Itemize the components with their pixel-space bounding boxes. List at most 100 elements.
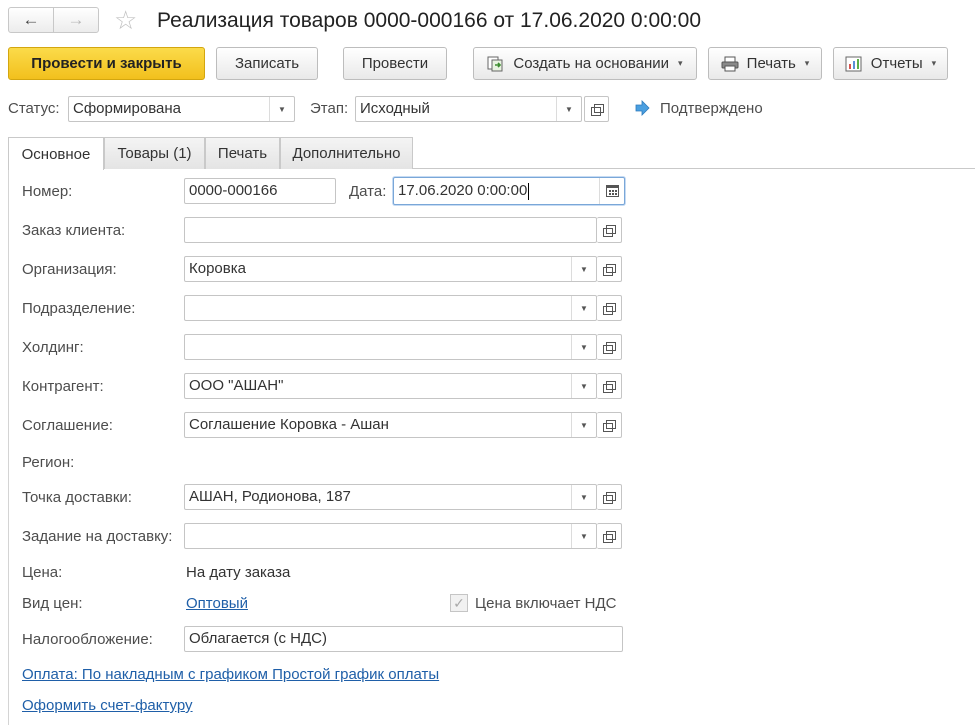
text-cursor: [528, 182, 530, 200]
date-field[interactable]: 17.06.2020 0:00:00: [393, 177, 625, 205]
print-label: Печать: [746, 55, 796, 72]
number-field[interactable]: 0000-000166: [184, 178, 336, 204]
stage-value: Исходный: [360, 100, 430, 117]
open-window-icon: [603, 531, 616, 543]
client-order-label: Заказ клиента:: [22, 222, 126, 239]
chevron-down-icon[interactable]: ▼: [571, 335, 596, 359]
arrow-right-blue-icon: [634, 100, 650, 116]
status-label: Статус:: [8, 100, 60, 117]
delivery-task-label: Задание на доставку:: [22, 528, 173, 545]
post-and-close-button[interactable]: Провести и закрыть: [8, 47, 205, 80]
agreement-field[interactable]: Соглашение Коровка - Ашан ▼: [184, 412, 597, 438]
taxation-value: Облагается (с НДС): [189, 630, 327, 647]
print-button[interactable]: Печать ▾: [708, 47, 822, 80]
chevron-down-icon[interactable]: ▼: [269, 97, 294, 121]
date-label: Дата:: [349, 183, 387, 200]
taxation-label: Налогообложение:: [22, 631, 153, 648]
agreement-value: Соглашение Коровка - Ашан: [189, 416, 389, 433]
status-select[interactable]: Сформирована ▼: [68, 96, 295, 122]
status-value: Сформирована: [73, 100, 182, 117]
delivery-point-value: АШАН, Родионова, 187: [189, 488, 351, 505]
holding-field[interactable]: ▼: [184, 334, 597, 360]
stage-label: Этап:: [310, 100, 349, 117]
holding-label: Холдинг:: [22, 339, 84, 356]
price-value: На дату заказа: [186, 564, 291, 581]
taxation-field: Облагается (с НДС): [184, 626, 623, 652]
chevron-down-icon[interactable]: ▼: [571, 296, 596, 320]
approved-status[interactable]: Подтверждено: [660, 100, 763, 117]
tab-label: Дополнительно: [292, 145, 401, 162]
organization-label: Организация:: [22, 261, 117, 278]
delivery-task-field[interactable]: ▼: [184, 523, 597, 549]
tab-label: Основное: [21, 145, 91, 163]
window-title: Реализация товаров 0000-000166 от 17.06.…: [157, 9, 702, 32]
tab-label: Печать: [217, 145, 268, 162]
date-value: 17.06.2020 0:00:00: [398, 182, 528, 199]
stage-select[interactable]: Исходный ▼: [355, 96, 582, 122]
delivery-task-open-button[interactable]: [597, 523, 622, 549]
agreement-label: Соглашение:: [22, 417, 113, 434]
open-window-icon: [603, 264, 616, 276]
navigation-buttons: ← →: [8, 7, 99, 33]
write-button[interactable]: Записать: [216, 47, 318, 80]
delivery-point-field[interactable]: АШАН, Родионова, 187 ▼: [184, 484, 597, 510]
forward-button[interactable]: →: [53, 8, 98, 32]
tab-main[interactable]: Основное: [8, 137, 104, 170]
write-label: Записать: [234, 55, 300, 72]
open-window-icon: [590, 104, 604, 116]
number-value: 0000-000166: [189, 182, 278, 199]
chevron-down-icon[interactable]: ▼: [571, 413, 596, 437]
chevron-down-icon[interactable]: ▼: [571, 524, 596, 548]
delivery-point-open-button[interactable]: [597, 484, 622, 510]
vat-included-checkbox[interactable]: ✓: [450, 594, 468, 612]
calendar-button[interactable]: [599, 178, 624, 204]
tab-print[interactable]: Печать: [205, 137, 280, 169]
chevron-down-icon[interactable]: ▼: [556, 97, 581, 121]
calendar-icon: [605, 185, 619, 197]
arrow-left-icon: ←: [22, 10, 40, 29]
back-button[interactable]: ←: [9, 8, 53, 32]
date-value-wrap: 17.06.2020 0:00:00: [398, 182, 530, 200]
checkmark-icon: ✓: [453, 594, 465, 611]
counterparty-value: ООО "АШАН": [189, 377, 284, 394]
organization-value: Коровка: [189, 260, 246, 277]
chevron-down-icon[interactable]: ▼: [571, 374, 596, 398]
open-window-icon: [603, 381, 616, 393]
holding-open-button[interactable]: [597, 334, 622, 360]
dropdown-caret-icon: ▾: [678, 58, 683, 68]
department-field[interactable]: ▼: [184, 295, 597, 321]
printer-icon: [721, 56, 739, 72]
post-button[interactable]: Провести: [343, 47, 447, 80]
price-type-label: Вид цен:: [22, 595, 83, 612]
client-order-field[interactable]: [184, 217, 597, 243]
department-label: Подразделение:: [22, 300, 136, 317]
tab-label: Товары (1): [117, 145, 192, 162]
create-based-on-button[interactable]: Создать на основании ▾: [473, 47, 697, 80]
department-open-button[interactable]: [597, 295, 622, 321]
delivery-point-label: Точка доставки:: [22, 489, 132, 506]
number-label: Номер:: [22, 183, 73, 200]
create-invoice-link[interactable]: Оформить счет-фактуру: [22, 697, 193, 714]
price-label: Цена:: [22, 564, 63, 581]
chevron-down-icon[interactable]: ▼: [571, 485, 596, 509]
reports-button[interactable]: Отчеты ▾: [833, 47, 948, 80]
open-window-icon: [603, 492, 616, 504]
agreement-open-button[interactable]: [597, 412, 622, 438]
price-type-link[interactable]: Оптовый: [186, 595, 248, 612]
counterparty-open-button[interactable]: [597, 373, 622, 399]
organization-field[interactable]: Коровка ▼: [184, 256, 597, 282]
counterparty-field[interactable]: ООО "АШАН" ▼: [184, 373, 597, 399]
arrow-right-icon: →: [67, 10, 85, 29]
counterparty-label: Контрагент:: [22, 378, 104, 395]
region-label: Регион:: [22, 454, 75, 471]
client-order-open-button[interactable]: [597, 217, 622, 243]
tab-goods[interactable]: Товары (1): [104, 137, 205, 169]
open-window-icon: [603, 342, 616, 354]
chevron-down-icon[interactable]: ▼: [571, 257, 596, 281]
tab-additional[interactable]: Дополнительно: [280, 137, 413, 169]
favorite-star-icon[interactable]: ☆: [114, 5, 137, 35]
stage-open-button[interactable]: [584, 96, 609, 122]
content-left-border: [8, 169, 9, 725]
organization-open-button[interactable]: [597, 256, 622, 282]
payment-link[interactable]: Оплата: По накладным с графиком Простой …: [22, 666, 439, 683]
